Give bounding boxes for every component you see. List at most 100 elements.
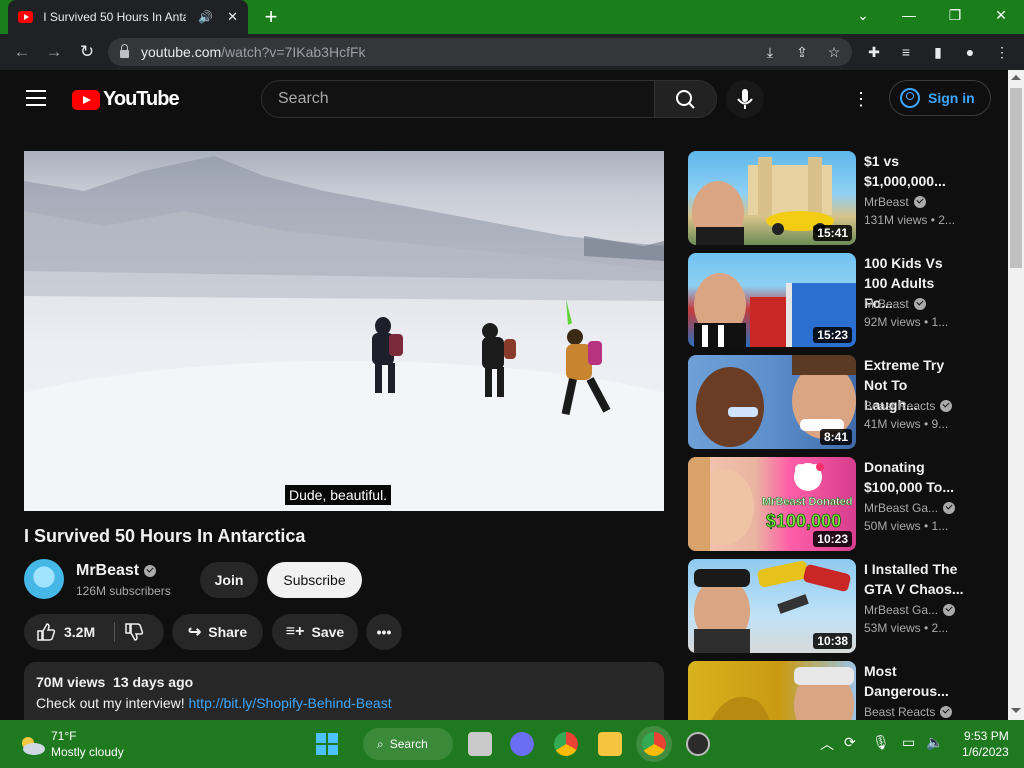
sign-in-button[interactable]: Sign in — [889, 80, 991, 116]
browser-tab-strip: I Survived 50 Hours In Antarctica 🔊 ✕ + … — [0, 0, 1024, 34]
tab-close-icon[interactable]: ✕ — [227, 9, 238, 25]
recommendation-item[interactable]: 15:41 $1 vs $1,000,000... MrBeast 131M vi… — [688, 151, 988, 245]
donated-amount-text: $100,000 — [766, 511, 841, 531]
taskbar-search-button[interactable]: ⌕ Search — [363, 728, 453, 760]
description-link[interactable]: http://bit.ly/Shopify-Behind-Beast — [189, 695, 392, 711]
chrome-menu-icon[interactable]: ⋮ — [992, 42, 1012, 62]
recommendation-views: 50M views • 1... — [864, 519, 949, 533]
profile-icon[interactable]: ● — [960, 42, 980, 62]
recommendation-title[interactable]: I Installed The GTA V Chaos... — [864, 559, 964, 599]
tab-search-chevron-icon[interactable]: ⌄ — [840, 0, 886, 30]
weather-description[interactable]: Mostly cloudy — [51, 745, 124, 759]
weather-temperature[interactable]: 71°F — [51, 729, 76, 743]
dislike-button[interactable] — [124, 622, 144, 645]
verified-check-icon — [943, 502, 956, 514]
network-icon[interactable]: ▭ — [902, 734, 915, 751]
voice-search-button[interactable] — [726, 80, 764, 118]
like-button[interactable]: 3.2M — [36, 622, 95, 642]
verified-check-icon — [943, 604, 956, 616]
video-thumbnail[interactable]: MrBeast Donated $100,000 10:23 — [688, 457, 856, 551]
more-actions-button[interactable]: ••• — [366, 614, 402, 650]
recommendation-item[interactable]: 8:41 Extreme Try Not To Laugh... Beast Re… — [688, 355, 988, 449]
restore-button[interactable]: ❐ — [932, 0, 978, 30]
sync-status-icon[interactable]: ⟳ — [844, 734, 856, 751]
recommendation-title[interactable]: Most Dangerous... — [864, 661, 964, 701]
description-line: Check out my interview! http://bit.ly/Sh… — [36, 695, 652, 711]
recommendation-title[interactable]: Donating $100,000 To... — [864, 457, 964, 497]
channel-name[interactable]: MrBeast — [76, 562, 139, 580]
reload-icon[interactable]: ↻ — [75, 40, 99, 64]
subscriber-count: 126M subscribers — [76, 584, 171, 598]
page-scrollbar[interactable] — [1008, 70, 1024, 720]
channel-avatar[interactable] — [24, 559, 64, 599]
scroll-down-arrow-icon[interactable] — [1011, 708, 1021, 713]
add-to-playlist-icon: ≡+ — [285, 623, 305, 640]
media-control-icon[interactable]: ≡ — [896, 42, 916, 62]
scroll-up-arrow-icon[interactable] — [1011, 75, 1021, 80]
search-button[interactable] — [655, 80, 717, 118]
video-thumbnail[interactable]: 8:41 — [688, 355, 856, 449]
video-duration: 8:41 — [819, 429, 852, 445]
taskbar-search-label: Search — [389, 737, 428, 751]
weather-cloud-icon[interactable] — [18, 734, 46, 756]
verified-check-icon — [913, 196, 926, 208]
youtube-logo[interactable]: YouTube — [72, 88, 180, 111]
recommendation-channel: MrBeast Ga... — [864, 603, 956, 617]
video-duration: 15:41 — [813, 225, 852, 241]
recommendation-item[interactable]: 10:38 I Installed The GTA V Chaos... MrBe… — [688, 559, 988, 653]
browser-tab[interactable]: I Survived 50 Hours In Antarctica 🔊 ✕ — [8, 0, 248, 34]
recommendation-item[interactable]: 15:23 100 Kids Vs 100 Adults Fo... MrBeas… — [688, 253, 988, 347]
chrome-app-icon[interactable] — [554, 732, 578, 756]
settings-kebab-icon[interactable]: ⋮ — [852, 88, 870, 110]
recommendation-channel: Beast Reacts — [864, 705, 953, 719]
install-app-icon[interactable]: ⤓ — [760, 42, 780, 62]
share-page-icon[interactable]: ⇪ — [792, 42, 812, 62]
minimize-button[interactable]: — — [886, 0, 932, 30]
sign-in-label: Sign in — [928, 90, 975, 106]
clock-time[interactable]: 9:53 PM — [964, 729, 1009, 743]
recommendation-channel: Beast Reacts — [864, 399, 953, 413]
video-player[interactable] — [24, 151, 664, 511]
description-box[interactable]: 70M views 13 days ago Check out my inter… — [24, 662, 664, 722]
video-thumbnail[interactable] — [688, 661, 856, 720]
side-panel-icon[interactable]: ▮ — [928, 42, 948, 62]
speaker-icon[interactable]: 🔊 — [198, 10, 213, 24]
recommendation-channel: MrBeast — [864, 195, 926, 209]
hamburger-menu-icon[interactable] — [26, 90, 46, 106]
forward-arrow-icon[interactable]: → — [42, 40, 66, 64]
file-explorer-icon[interactable] — [598, 732, 622, 756]
address-bar[interactable]: youtube.com/watch?v=7IKab3HcfFk — [108, 38, 852, 66]
new-tab-button[interactable]: + — [258, 4, 284, 30]
share-button[interactable]: ↪ Share — [172, 614, 263, 650]
channel-name-row[interactable]: MrBeast — [76, 562, 157, 580]
windows-start-icon[interactable] — [316, 733, 338, 755]
bookmark-star-icon[interactable]: ☆ — [824, 42, 844, 62]
video-thumbnail[interactable]: 15:23 — [688, 253, 856, 347]
verified-check-icon — [940, 706, 953, 718]
task-view-icon[interactable] — [468, 732, 492, 756]
dangerous-animal-thumbnail-art — [711, 667, 854, 720]
recommendation-item[interactable]: MrBeast Donated $100,000 10:23 Donating $… — [688, 457, 988, 551]
subscribe-button[interactable]: Subscribe — [267, 562, 362, 598]
clock-date[interactable]: 1/6/2023 — [962, 745, 1009, 759]
save-button[interactable]: ≡+ Save — [272, 614, 358, 650]
chrome-active-app-icon[interactable] — [642, 732, 666, 756]
scrollbar-thumb[interactable] — [1010, 88, 1022, 268]
teams-chat-icon[interactable] — [510, 732, 534, 756]
join-button[interactable]: Join — [200, 562, 258, 598]
back-arrow-icon[interactable]: ← — [10, 40, 34, 64]
video-thumbnail[interactable]: 15:41 — [688, 151, 856, 245]
extensions-icon[interactable]: ✚ — [864, 42, 884, 62]
close-window-button[interactable]: ✕ — [978, 0, 1024, 30]
search-input[interactable]: Search — [261, 80, 655, 118]
like-count: 3.2M — [64, 624, 96, 640]
microphone-tray-icon[interactable]: 🎙 — [872, 734, 890, 751]
volume-icon[interactable]: 🔈 — [926, 734, 943, 751]
recommendation-item[interactable]: Most Dangerous... Beast Reacts — [688, 661, 988, 720]
video-thumbnail[interactable]: 10:38 — [688, 559, 856, 653]
show-hidden-icons-chevron-icon[interactable]: ︿ — [820, 734, 834, 754]
verified-check-icon — [913, 298, 926, 310]
recommendation-title[interactable]: $1 vs $1,000,000... — [864, 151, 964, 191]
obs-recorder-icon[interactable] — [686, 732, 710, 756]
video-caption: Dude, beautiful. — [285, 485, 392, 505]
